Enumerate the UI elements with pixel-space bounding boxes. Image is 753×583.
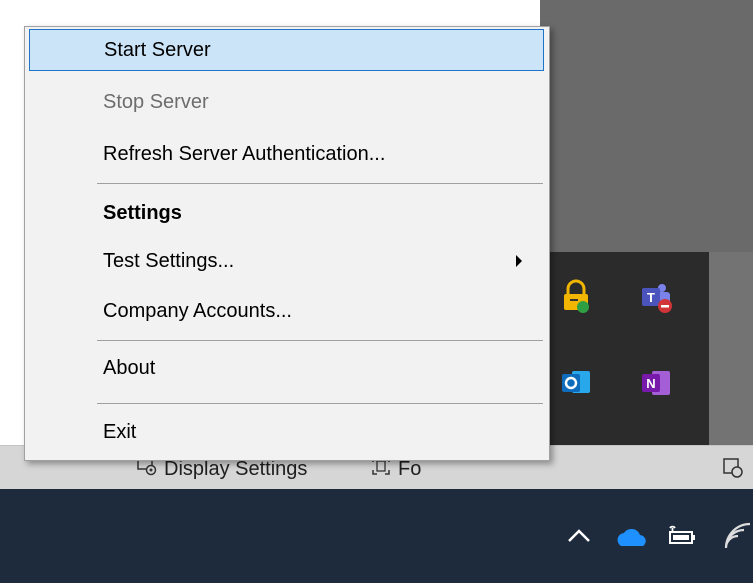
teams-icon[interactable]: T	[636, 278, 676, 318]
menu-item-stop-server[interactable]: Stop Server	[29, 81, 544, 123]
submenu-arrow-icon	[516, 255, 522, 267]
menu-item-test-settings[interactable]: Test Settings...	[29, 240, 544, 282]
menu-item-exit[interactable]: Exit	[29, 411, 544, 453]
background-window	[540, 0, 753, 252]
menu-separator	[97, 183, 543, 184]
menu-item-about[interactable]: About	[29, 347, 544, 389]
chevron-up-icon[interactable]	[563, 522, 595, 555]
lock-sync-icon[interactable]	[556, 278, 596, 318]
test-settings-label: Test Settings...	[103, 249, 235, 272]
menu-separator	[97, 403, 543, 404]
svg-text:T: T	[647, 290, 655, 305]
menu-item-settings[interactable]: Settings	[29, 192, 544, 234]
server-context-menu: Start Server Stop Server Refresh Server …	[24, 26, 550, 461]
battery-icon[interactable]	[664, 522, 700, 555]
svg-text:N: N	[646, 376, 655, 391]
menu-item-refresh-server-authentication[interactable]: Refresh Server Authentication...	[29, 133, 544, 175]
wifi-icon[interactable]	[722, 520, 753, 557]
menu-separator	[97, 340, 543, 341]
onenote-icon[interactable]: N	[636, 363, 676, 403]
menu-item-start-server[interactable]: Start Server	[29, 29, 544, 71]
menu-item-company-accounts[interactable]: Company Accounts...	[29, 290, 544, 332]
network-settings-icon[interactable]	[721, 456, 745, 485]
onedrive-icon[interactable]	[613, 524, 651, 555]
outlook-icon[interactable]	[556, 363, 596, 403]
